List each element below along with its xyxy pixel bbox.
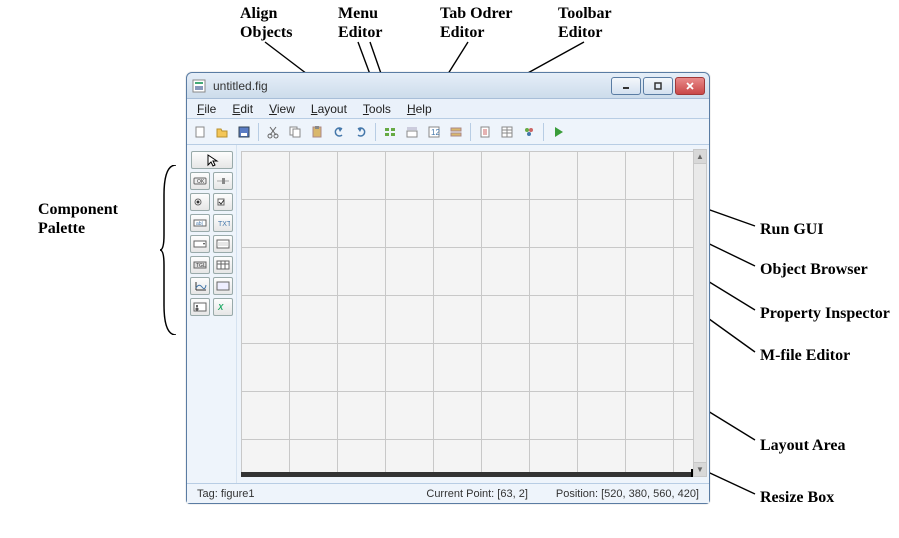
tab-order-editor-icon[interactable]: 12 [424, 122, 444, 142]
edit-text-icon[interactable]: ab| [190, 214, 210, 232]
status-cp-label: Current Point: [426, 488, 497, 500]
menu-layout[interactable]: Layout [303, 100, 355, 118]
menu-editor-icon[interactable] [402, 122, 422, 142]
brace-icon [160, 165, 178, 335]
status-tag-value: figure1 [221, 488, 255, 500]
menu-edit[interactable]: Edit [224, 100, 261, 118]
callout-property-inspector: Property Inspector [760, 304, 890, 323]
menu-view[interactable]: View [261, 100, 303, 118]
open-icon[interactable] [212, 122, 232, 142]
workspace: OK ab| TXT TGL [187, 145, 709, 483]
callout-resize-box: Resize Box [760, 488, 834, 507]
copy-icon[interactable] [285, 122, 305, 142]
toolbar: 12 [187, 119, 709, 145]
property-inspector-icon[interactable] [497, 122, 517, 142]
svg-text:X: X [217, 303, 224, 312]
status-pos-value: [520, 380, 560, 420] [601, 488, 699, 500]
mfile-editor-icon[interactable] [475, 122, 495, 142]
push-button-icon[interactable]: OK [190, 172, 210, 190]
table-icon[interactable] [213, 256, 233, 274]
status-position: Position: [520, 380, 560, 420] [552, 488, 703, 500]
slider-icon[interactable] [213, 172, 233, 190]
vertical-scrollbar[interactable]: ▲ ▼ [693, 149, 707, 477]
status-tag: Tag: figure1 [193, 488, 259, 500]
svg-text:TGL: TGL [196, 263, 206, 269]
callout-run-gui: Run GUI [760, 220, 824, 239]
minimize-button[interactable] [611, 77, 641, 95]
svg-text:OK: OK [197, 179, 205, 185]
menubar: File Edit View Layout Tools Help [187, 99, 709, 119]
panel-icon[interactable] [213, 277, 233, 295]
object-browser-icon[interactable] [519, 122, 539, 142]
static-text-icon[interactable]: TXT [213, 214, 233, 232]
callout-toolbar-editor: Toolbar Editor [558, 4, 612, 42]
toggle-button-icon[interactable]: TGL [190, 256, 210, 274]
window-title: untitled.fig [213, 79, 611, 93]
callout-layout-area: Layout Area [760, 436, 845, 455]
listbox-icon[interactable] [213, 235, 233, 253]
scroll-up-icon[interactable]: ▲ [694, 150, 706, 164]
callout-tab-order-editor: Tab Odrer Editor [440, 4, 512, 42]
activex-icon[interactable]: X [213, 298, 233, 316]
callout-menu-editor: Menu Editor [338, 4, 382, 42]
status-tag-label: Tag: [197, 488, 221, 500]
select-tool[interactable] [191, 151, 233, 169]
svg-text:12: 12 [431, 128, 440, 137]
run-icon[interactable] [548, 122, 568, 142]
status-cp-value: [63, 2] [497, 488, 528, 500]
redo-icon[interactable] [351, 122, 371, 142]
status-current-point: Current Point: [63, 2] [422, 488, 532, 500]
menu-tools[interactable]: Tools [355, 100, 399, 118]
undo-icon[interactable] [329, 122, 349, 142]
guide-window: untitled.fig File Edit View Layout Tools… [186, 72, 710, 504]
app-icon [191, 78, 207, 94]
callout-object-browser: Object Browser [760, 260, 868, 279]
align-objects-icon[interactable] [380, 122, 400, 142]
paste-icon[interactable] [307, 122, 327, 142]
menu-help[interactable]: Help [399, 100, 440, 118]
callout-component-palette: Component Palette [38, 200, 118, 238]
svg-text:ab|: ab| [196, 221, 203, 227]
new-blank-icon[interactable] [190, 122, 210, 142]
button-group-icon[interactable] [190, 298, 210, 316]
scroll-down-icon[interactable]: ▼ [694, 462, 706, 476]
callout-mfile-editor: M-file Editor [760, 346, 850, 365]
statusbar: Tag: figure1 Current Point: [63, 2] Posi… [187, 483, 709, 503]
cut-icon[interactable] [263, 122, 283, 142]
svg-text:TXT: TXT [218, 221, 230, 228]
radio-button-icon[interactable] [190, 193, 210, 211]
component-palette: OK ab| TXT TGL [187, 145, 237, 483]
popup-menu-icon[interactable] [190, 235, 210, 253]
layout-area[interactable] [241, 151, 699, 477]
resize-frame-bottom[interactable] [241, 472, 699, 477]
axes-icon[interactable] [190, 277, 210, 295]
menu-file[interactable]: File [189, 100, 224, 118]
titlebar[interactable]: untitled.fig [187, 73, 709, 99]
close-button[interactable] [675, 77, 705, 95]
status-pos-label: Position: [556, 488, 601, 500]
checkbox-icon[interactable] [213, 193, 233, 211]
toolbar-editor-icon[interactable] [446, 122, 466, 142]
callout-align-objects: Align Objects [240, 4, 292, 42]
maximize-button[interactable] [643, 77, 673, 95]
grid [241, 151, 699, 477]
save-icon[interactable] [234, 122, 254, 142]
